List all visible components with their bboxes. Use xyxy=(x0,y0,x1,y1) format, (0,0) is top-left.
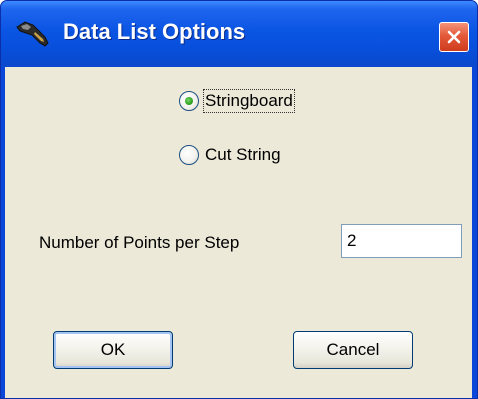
window-title: Data List Options xyxy=(63,19,246,44)
radio-label-cut-string: Cut String xyxy=(205,145,281,164)
close-icon xyxy=(447,30,461,44)
dialog-window: Data List Options Stringboard Cut String… xyxy=(0,0,478,399)
radio-button-cut-string[interactable] xyxy=(179,145,199,165)
radio-selected-dot xyxy=(185,97,193,105)
radio-label-stringboard: Stringboard xyxy=(203,89,295,113)
close-button[interactable] xyxy=(439,22,469,52)
radio-cut-string[interactable]: Cut String xyxy=(179,145,281,165)
points-per-step-input[interactable] xyxy=(341,224,462,258)
points-per-step-label: Number of Points per Step xyxy=(39,233,240,252)
cancel-button[interactable]: Cancel xyxy=(293,331,413,369)
title-bar[interactable]: Data List Options xyxy=(1,1,477,67)
radio-stringboard[interactable]: Stringboard xyxy=(179,89,295,113)
ok-button[interactable]: OK xyxy=(53,331,173,369)
radio-button-stringboard[interactable] xyxy=(179,91,199,111)
wrench-icon xyxy=(16,21,49,47)
dialog-body: Stringboard Cut String Number of Points … xyxy=(5,67,472,398)
